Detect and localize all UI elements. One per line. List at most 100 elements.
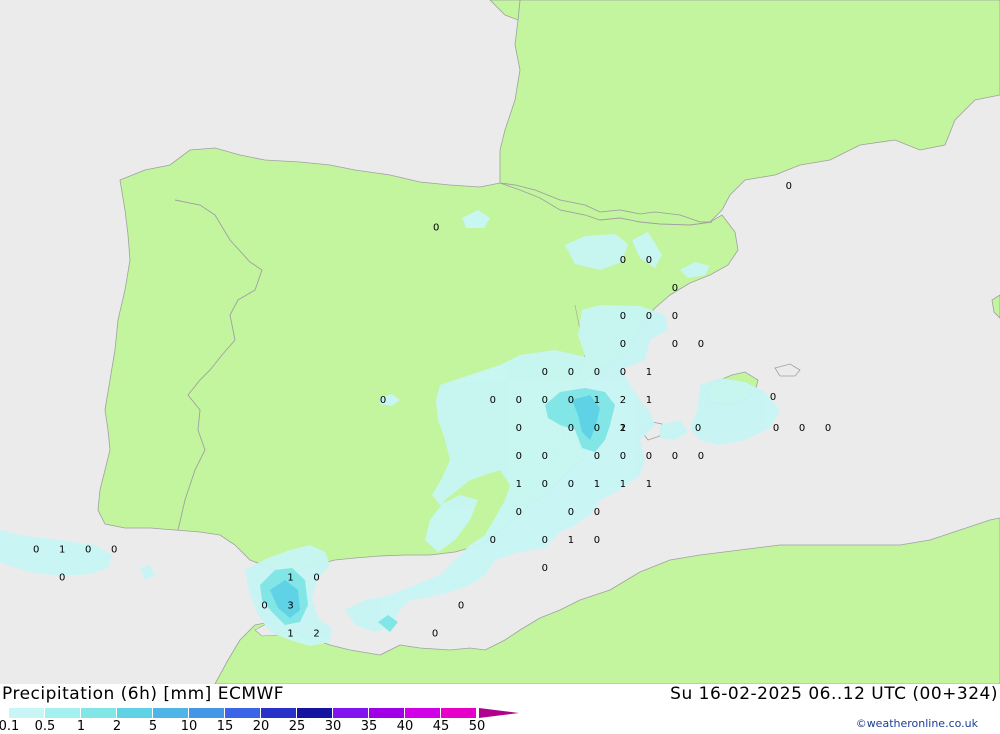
precip-value: 2 bbox=[620, 395, 626, 406]
precip-value: 0 bbox=[620, 451, 626, 462]
precip-value: 0 bbox=[672, 311, 678, 322]
precip-value: 0 bbox=[516, 507, 522, 518]
precip-value: 0 bbox=[594, 423, 600, 434]
precip-value: 1 bbox=[594, 395, 600, 406]
precip-value: 0 bbox=[59, 572, 65, 583]
precip-value: 0 bbox=[516, 451, 522, 462]
legend-swatch bbox=[117, 708, 153, 718]
precip-value: 0 bbox=[542, 451, 548, 462]
legend-tick-label: 35 bbox=[360, 719, 378, 734]
legend-swatch bbox=[333, 708, 369, 718]
precip-value: 0 bbox=[568, 395, 574, 406]
precip-value: 1 bbox=[646, 395, 652, 406]
precip-value: 0 bbox=[516, 395, 522, 406]
precip-value: 0 bbox=[490, 535, 496, 546]
valid-time: Su 16-02-2025 06..12 UTC (00+324) bbox=[670, 684, 998, 704]
precip-value: 0 bbox=[490, 395, 496, 406]
precip-value: 0 bbox=[33, 544, 39, 555]
precip-value: 0 bbox=[594, 535, 600, 546]
precip-value: 1 bbox=[287, 628, 293, 639]
precip-value: 0 bbox=[770, 392, 776, 403]
color-legend bbox=[9, 708, 477, 718]
precip-value: 1 bbox=[59, 544, 65, 555]
footer-bar: Precipitation (6h) [mm] ECMWF Su 16-02-2… bbox=[0, 684, 1000, 734]
precip-value: 0 bbox=[646, 451, 652, 462]
precip-value: 0 bbox=[568, 423, 574, 434]
legend-tick-label: 40 bbox=[396, 719, 414, 734]
legend-tick-label: 15 bbox=[216, 719, 234, 734]
precip-value: 0 bbox=[542, 395, 548, 406]
precip-value: 0 bbox=[825, 423, 831, 434]
precip-value: 0 bbox=[594, 451, 600, 462]
legend-arrow bbox=[479, 708, 519, 718]
legend-swatch bbox=[405, 708, 441, 718]
precip-value: 1 bbox=[568, 535, 574, 546]
precip-value: 0 bbox=[542, 563, 548, 574]
precip-value: 0 bbox=[620, 311, 626, 322]
legend-swatch bbox=[153, 708, 189, 718]
precip-value: 0 bbox=[646, 255, 652, 266]
precip-value: 0 bbox=[799, 423, 805, 434]
precip-value: 0 bbox=[433, 223, 439, 234]
precip-value: 3 bbox=[287, 600, 293, 611]
precip-value: 2 bbox=[313, 628, 319, 639]
precip-value: 1 bbox=[646, 479, 652, 490]
legend-swatch bbox=[369, 708, 405, 718]
precip-value: 0 bbox=[646, 311, 652, 322]
legend-tick-label: 25 bbox=[288, 719, 306, 734]
legend-tick-label: 0.5 bbox=[34, 719, 56, 734]
legend-tick-label: 2 bbox=[112, 719, 122, 734]
precip-value: 0 bbox=[672, 451, 678, 462]
legend-tick-label: 20 bbox=[252, 719, 270, 734]
legend-tick-label: 0.1 bbox=[0, 719, 20, 734]
precip-value: 0 bbox=[542, 479, 548, 490]
precip-value: 0 bbox=[594, 507, 600, 518]
legend-tick-label: 10 bbox=[180, 719, 198, 734]
legend-swatch bbox=[225, 708, 261, 718]
precip-value: 0 bbox=[568, 367, 574, 378]
precip-value: 0 bbox=[111, 544, 117, 555]
precip-value: 0 bbox=[568, 507, 574, 518]
map-title: Precipitation (6h) [mm] ECMWF bbox=[2, 684, 285, 704]
precip-value: 0 bbox=[568, 479, 574, 490]
legend-swatch bbox=[261, 708, 297, 718]
legend-swatch bbox=[297, 708, 333, 718]
precip-value: 0 bbox=[313, 572, 319, 583]
precip-value: 1 bbox=[287, 572, 293, 583]
precip-value: 0 bbox=[620, 255, 626, 266]
legend-swatch bbox=[441, 708, 477, 718]
precip-value: 0 bbox=[432, 628, 438, 639]
legend-swatch bbox=[45, 708, 81, 718]
precip-value: 0 bbox=[516, 423, 522, 434]
precip-value: 0 bbox=[773, 423, 779, 434]
precip-value: 1 bbox=[620, 479, 626, 490]
precip-value: 0 bbox=[380, 395, 386, 406]
legend-tick-label: 50 bbox=[468, 719, 486, 734]
precip-value: 0 bbox=[542, 535, 548, 546]
precip-value: 0 bbox=[261, 600, 267, 611]
precip-value: 1 bbox=[594, 479, 600, 490]
credit-link[interactable]: ©weatheronline.co.uk bbox=[856, 717, 978, 730]
legend-tick-label: 5 bbox=[148, 719, 158, 734]
precip-value: 1 bbox=[646, 367, 652, 378]
precip-value: 0 bbox=[542, 367, 548, 378]
precip-value: 0 bbox=[458, 600, 464, 611]
precip-value: 0 bbox=[695, 423, 701, 434]
precip-value: 0 bbox=[672, 339, 678, 350]
precip-value: 0 bbox=[672, 283, 678, 294]
legend-tick-label: 1 bbox=[76, 719, 86, 734]
precip-value: 2 bbox=[620, 423, 626, 434]
precip-value: 0 bbox=[698, 451, 704, 462]
legend-ticks: 0.1 0.5 1 2 5 10 15 20 25 30 35 40 45 50 bbox=[0, 719, 520, 734]
legend-swatch bbox=[81, 708, 117, 718]
precip-value: 0 bbox=[620, 367, 626, 378]
precip-value: 1 bbox=[516, 479, 522, 490]
precip-value: 0 bbox=[594, 367, 600, 378]
precip-value: 0 bbox=[85, 544, 91, 555]
precip-value: 0 bbox=[620, 339, 626, 350]
legend-tick-label: 30 bbox=[324, 719, 342, 734]
legend-swatch bbox=[9, 708, 45, 718]
precip-value: 0 bbox=[786, 181, 792, 192]
precip-value: 0 bbox=[698, 339, 704, 350]
precipitation-map: 0 0 0 0 0 0 0 0 0 0 0 0 0 0 0 1 0 0 0 0 0 1 2 1 0 0 0 0 1 2 0 0 0 0 0 0 0 0 0 0… bbox=[0, 0, 1000, 684]
